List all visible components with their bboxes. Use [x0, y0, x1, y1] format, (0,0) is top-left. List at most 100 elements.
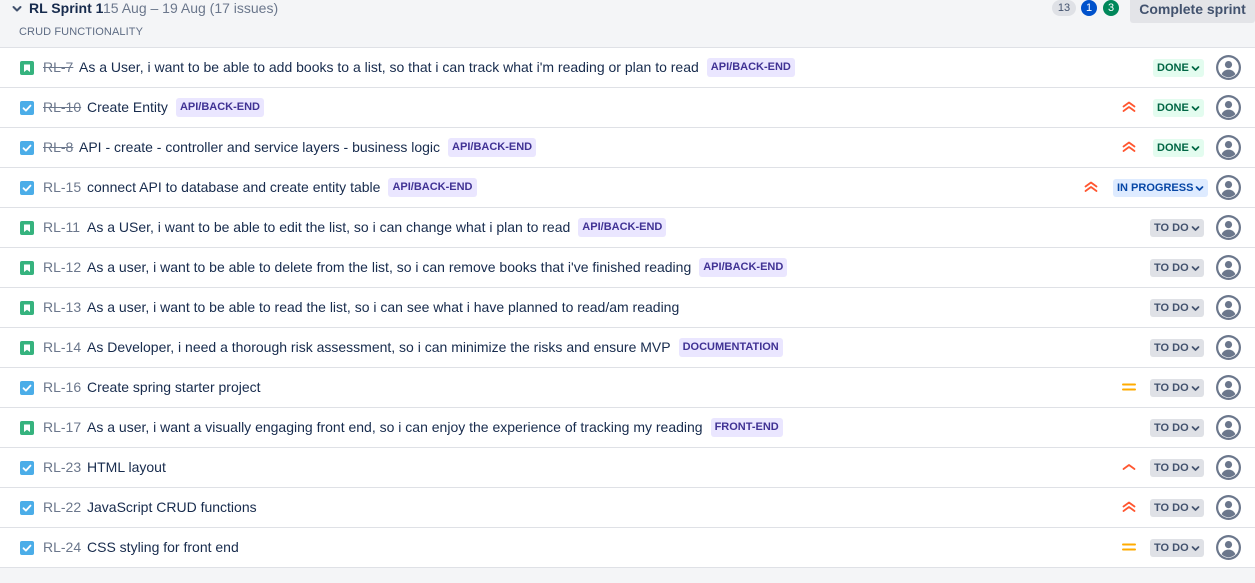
issue-row[interactable]: RL-7 As a User, i want to be able to add … — [0, 47, 1255, 88]
issue-summary-group: As a User, i want to be able to add book… — [79, 58, 795, 77]
issue-key[interactable]: RL-15 — [43, 179, 81, 196]
sprint-goal: CRUD FUNCTIONALITY — [19, 26, 144, 38]
epic-label[interactable]: API/BACK-END — [578, 218, 667, 237]
assignee-avatar-icon[interactable] — [1216, 135, 1241, 160]
issue-row[interactable]: RL-16 Create spring starter project TO DO — [0, 368, 1255, 408]
issue-summary[interactable]: As a USer, i want to be able to edit the… — [87, 218, 570, 237]
assignee-avatar-icon[interactable] — [1216, 175, 1241, 200]
assignee-avatar-icon[interactable] — [1216, 215, 1241, 240]
status-dropdown[interactable]: TO DO — [1150, 459, 1204, 477]
issue-row[interactable]: RL-8 API - create - controller and servic… — [0, 128, 1255, 168]
todo-count-badge: 13 — [1052, 0, 1076, 16]
issue-row[interactable]: RL-10 Create Entity API/BACK-END DONE — [0, 88, 1255, 128]
status-dropdown[interactable]: IN PROGRESS — [1113, 179, 1209, 197]
issue-list: RL-7 As a User, i want to be able to add … — [0, 47, 1255, 568]
issue-key[interactable]: RL-23 — [43, 459, 81, 476]
status-label: TO DO — [1154, 222, 1189, 234]
task-icon — [20, 501, 34, 515]
chevron-down-icon[interactable] — [12, 2, 22, 16]
issue-summary[interactable]: JavaScript CRUD functions — [87, 498, 257, 517]
issue-key[interactable]: RL-10 — [43, 99, 81, 116]
issue-summary[interactable]: connect API to database and create entit… — [87, 178, 380, 197]
issue-summary[interactable]: HTML layout — [87, 458, 166, 477]
issue-row[interactable]: RL-14 As Developer, i need a thorough ris… — [0, 328, 1255, 368]
assignee-avatar-icon[interactable] — [1216, 335, 1241, 360]
story-icon — [20, 301, 34, 315]
status-label: TO DO — [1154, 422, 1189, 434]
issue-summary[interactable]: As a user, i want to be able to delete f… — [87, 258, 691, 277]
assignee-avatar-icon[interactable] — [1216, 295, 1241, 320]
epic-label[interactable]: API/BACK-END — [175, 98, 264, 117]
issue-row[interactable]: RL-15 connect API to database and create … — [0, 168, 1255, 208]
issue-row[interactable]: RL-12 As a user, i want to be able to del… — [0, 248, 1255, 288]
assignee-avatar-icon[interactable] — [1216, 455, 1241, 480]
epic-label[interactable]: DOCUMENTATION — [678, 338, 783, 357]
task-icon — [20, 461, 34, 475]
issue-summary-group: As a user, i want to be able to read the… — [87, 298, 679, 317]
issue-summary[interactable]: As a User, i want to be able to add book… — [79, 58, 699, 77]
status-dropdown[interactable]: TO DO — [1150, 219, 1204, 237]
sprint-dates: 15 Aug – 19 Aug (17 issues) — [103, 0, 279, 16]
issue-summary[interactable]: As a user, i want a visually engaging fr… — [87, 418, 703, 437]
epic-label[interactable]: API/BACK-END — [706, 58, 795, 77]
status-dropdown[interactable]: TO DO — [1150, 539, 1204, 557]
status-dropdown[interactable]: TO DO — [1150, 299, 1204, 317]
issue-summary-group: As a user, i want to be able to delete f… — [87, 258, 788, 277]
issue-summary[interactable]: Create spring starter project — [87, 378, 261, 397]
assignee-avatar-icon[interactable] — [1216, 415, 1241, 440]
status-dropdown[interactable]: TO DO — [1150, 379, 1204, 397]
issue-key[interactable]: RL-16 — [43, 379, 81, 396]
issue-key[interactable]: RL-17 — [43, 419, 81, 436]
assignee-avatar-icon[interactable] — [1216, 55, 1241, 80]
complete-sprint-button[interactable]: Complete sprint — [1130, 0, 1255, 23]
issue-summary[interactable]: As Developer, i need a thorough risk ass… — [87, 338, 671, 357]
issue-summary[interactable]: As a user, i want to be able to read the… — [87, 298, 679, 317]
priority-highest-icon — [1084, 181, 1098, 192]
chevron-down-icon — [1191, 545, 1199, 551]
issue-key[interactable]: RL-14 — [43, 339, 81, 356]
sprint-title: RL Sprint 1 — [29, 0, 104, 16]
issue-summary[interactable]: CSS styling for front end — [87, 538, 239, 557]
task-icon — [20, 381, 34, 395]
chevron-down-icon — [1191, 385, 1199, 391]
issue-summary-group: connect API to database and create entit… — [87, 178, 477, 197]
issue-row[interactable]: RL-11 As a USer, i want to be able to edi… — [0, 208, 1255, 248]
issue-key[interactable]: RL-12 — [43, 259, 81, 276]
epic-label[interactable]: API/BACK-END — [388, 178, 477, 197]
status-dropdown[interactable]: DONE — [1153, 99, 1204, 117]
issue-key[interactable]: RL-13 — [43, 299, 81, 316]
issue-summary-group: JavaScript CRUD functions — [87, 498, 257, 517]
status-label: TO DO — [1154, 382, 1189, 394]
status-dropdown[interactable]: TO DO — [1150, 259, 1204, 277]
epic-label[interactable]: API/BACK-END — [448, 138, 537, 157]
status-dropdown[interactable]: DONE — [1153, 59, 1204, 77]
issue-key[interactable]: RL-7 — [43, 59, 73, 76]
status-dropdown[interactable]: TO DO — [1150, 339, 1204, 357]
assignee-avatar-icon[interactable] — [1216, 535, 1241, 560]
issue-key[interactable]: RL-24 — [43, 539, 81, 556]
epic-label[interactable]: FRONT-END — [710, 418, 783, 437]
issue-row[interactable]: RL-24 CSS styling for front end TO DO — [0, 528, 1255, 568]
assignee-avatar-icon[interactable] — [1216, 495, 1241, 520]
assignee-avatar-icon[interactable] — [1216, 375, 1241, 400]
epic-label[interactable]: API/BACK-END — [699, 258, 788, 277]
status-label: TO DO — [1154, 262, 1189, 274]
issue-row[interactable]: RL-23 HTML layout TO DO — [0, 448, 1255, 488]
issue-key[interactable]: RL-22 — [43, 499, 81, 516]
priority-highest-icon — [1122, 101, 1136, 112]
issue-row[interactable]: RL-13 As a user, i want to be able to rea… — [0, 288, 1255, 328]
assignee-avatar-icon[interactable] — [1216, 95, 1241, 120]
issue-row[interactable]: RL-22 JavaScript CRUD functions TO DO — [0, 488, 1255, 528]
issue-summary[interactable]: API - create - controller and service la… — [79, 138, 440, 157]
status-dropdown[interactable]: TO DO — [1150, 419, 1204, 437]
issue-row[interactable]: RL-17 As a user, i want a visually engagi… — [0, 408, 1255, 448]
chevron-down-icon — [1191, 465, 1199, 471]
issue-summary[interactable]: Create Entity — [87, 98, 168, 117]
issue-key[interactable]: RL-8 — [43, 139, 73, 156]
chevron-down-icon — [1191, 225, 1199, 231]
status-dropdown[interactable]: TO DO — [1150, 499, 1204, 517]
status-dropdown[interactable]: DONE — [1153, 139, 1204, 157]
issue-key[interactable]: RL-11 — [43, 219, 80, 236]
assignee-avatar-icon[interactable] — [1216, 255, 1241, 280]
priority-highest-icon — [1122, 501, 1136, 512]
